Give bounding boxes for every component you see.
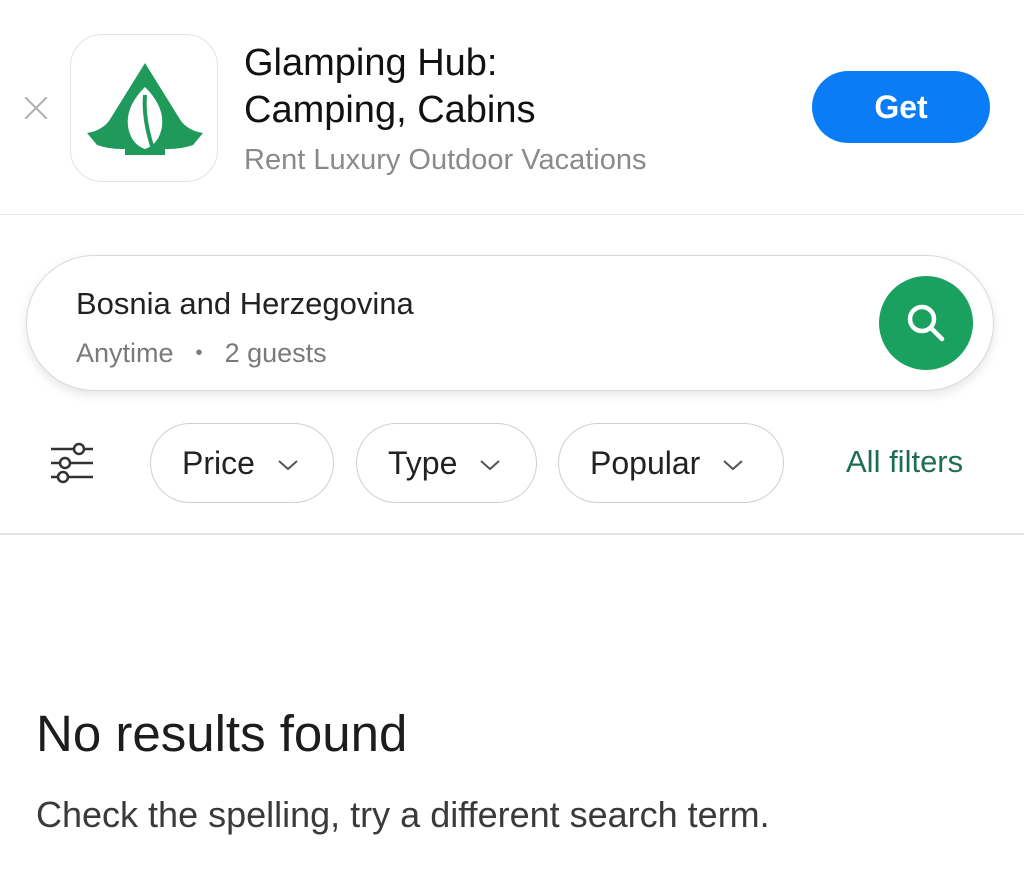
search-dates: Anytime [76, 338, 174, 368]
get-button[interactable]: Get [812, 71, 990, 143]
close-icon[interactable] [20, 92, 52, 124]
app-title-line2: Camping, Cabins [244, 89, 536, 131]
chevron-down-icon [480, 460, 501, 471]
filter-bar: Price Type Popular All filters [0, 420, 1024, 535]
filter-chip-price[interactable]: Price [150, 423, 334, 503]
empty-state-message: Check the spelling, try a different sear… [36, 794, 770, 835]
separator-dot: • [195, 342, 203, 364]
search-location: Bosnia and Herzegovina [76, 286, 414, 321]
chip-label: Popular [590, 444, 701, 481]
app-banner: Glamping Hub: Camping, Cabins Rent Luxur… [0, 0, 1024, 215]
chip-label: Price [182, 444, 255, 481]
search-summary[interactable]: Bosnia and Herzegovina Anytime • 2 guest… [26, 255, 994, 391]
all-filters-link[interactable]: All filters [846, 444, 963, 480]
search-button[interactable] [879, 276, 973, 370]
search-meta: Anytime • 2 guests [76, 338, 327, 369]
search-icon [907, 304, 945, 342]
filter-chip-popular[interactable]: Popular [558, 423, 784, 503]
chip-label: Type [388, 444, 458, 481]
chevron-down-icon [278, 460, 298, 471]
search-guests: 2 guests [224, 338, 327, 368]
tent-leaf-icon [87, 63, 203, 155]
page: Glamping Hub: Camping, Cabins Rent Luxur… [0, 0, 1024, 880]
app-title: Glamping Hub: Camping, Cabins [244, 40, 764, 134]
app-subtitle: Rent Luxury Outdoor Vacations [244, 144, 647, 176]
empty-state-title: No results found [36, 705, 408, 762]
app-icon [70, 34, 218, 182]
chevron-down-icon [723, 460, 743, 471]
sliders-icon[interactable] [49, 440, 95, 491]
filter-chip-type[interactable]: Type [356, 423, 537, 503]
app-title-line1: Glamping Hub: [244, 42, 498, 84]
